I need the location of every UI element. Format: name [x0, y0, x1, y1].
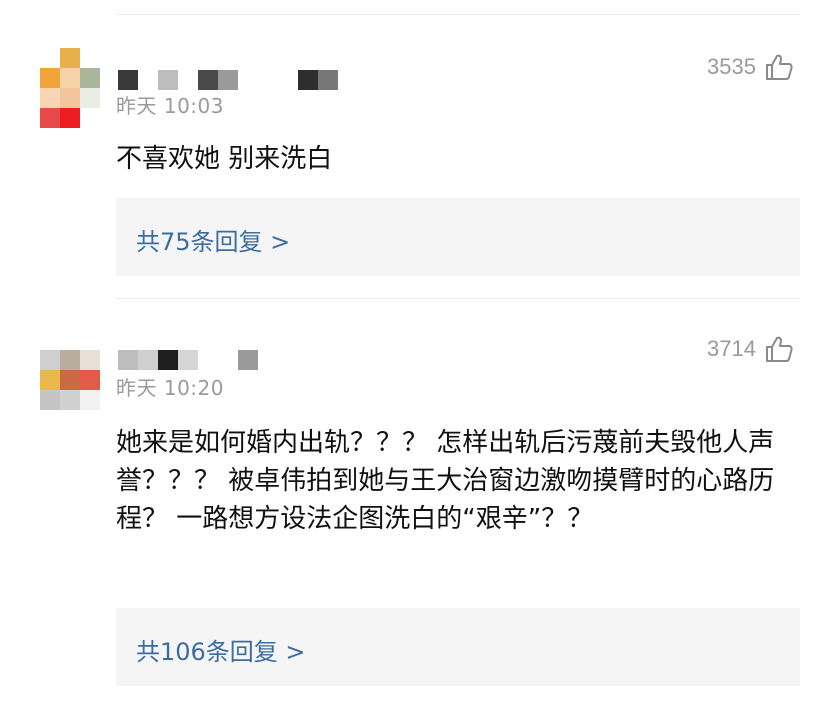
avatar-pixel [60, 88, 80, 108]
avatar-pixel [40, 370, 60, 390]
avatar-pixel [40, 390, 60, 410]
avatar-pixel [80, 68, 100, 88]
like-control[interactable]: 3535 [707, 52, 794, 82]
avatar-pixel [60, 350, 80, 370]
avatar-pixel [80, 390, 100, 410]
comment-time: 昨天 10:03 [116, 94, 224, 118]
avatar-pixel [60, 48, 80, 68]
top-divider [116, 14, 800, 15]
thumbs-up-icon[interactable] [764, 334, 794, 364]
avatar-pixel [40, 68, 60, 88]
reply-count-link[interactable]: 共106条回复 > [136, 632, 306, 667]
comment-time: 昨天 10:20 [116, 376, 224, 400]
avatar-pixel [60, 390, 80, 410]
reply-count-link[interactable]: 共75条回复 > [136, 222, 290, 257]
avatar-pixel [60, 108, 80, 128]
thumbs-up-icon[interactable] [764, 52, 794, 82]
comment-text: 她来是如何婚内出轨？？？ 怎样出轨后污蔑前夫毁他人声誉？？？ 被卓伟拍到她与王大… [116, 428, 775, 534]
avatar-pixel [40, 350, 60, 370]
like-control[interactable]: 3714 [707, 334, 794, 364]
avatar-pixel [80, 350, 100, 370]
avatar-pixel [40, 88, 60, 108]
avatar-pixel [80, 370, 100, 390]
reply-summary[interactable]: 共106条回复 > [116, 608, 800, 686]
avatar-pixel [60, 370, 80, 390]
reply-summary[interactable]: 共75条回复 > [116, 198, 800, 276]
comment-text: 不喜欢她 别来洗白 [116, 144, 333, 174]
username-mosaic[interactable] [118, 70, 338, 90]
avatar[interactable] [40, 350, 100, 430]
avatar-pixel [40, 108, 60, 128]
avatar[interactable] [40, 48, 100, 128]
like-count: 3535 [707, 54, 756, 79]
avatar-pixel [60, 68, 80, 88]
username-mosaic[interactable] [118, 350, 258, 370]
comment-divider [116, 298, 800, 299]
avatar-pixel [80, 88, 100, 108]
like-count: 3714 [707, 336, 756, 361]
